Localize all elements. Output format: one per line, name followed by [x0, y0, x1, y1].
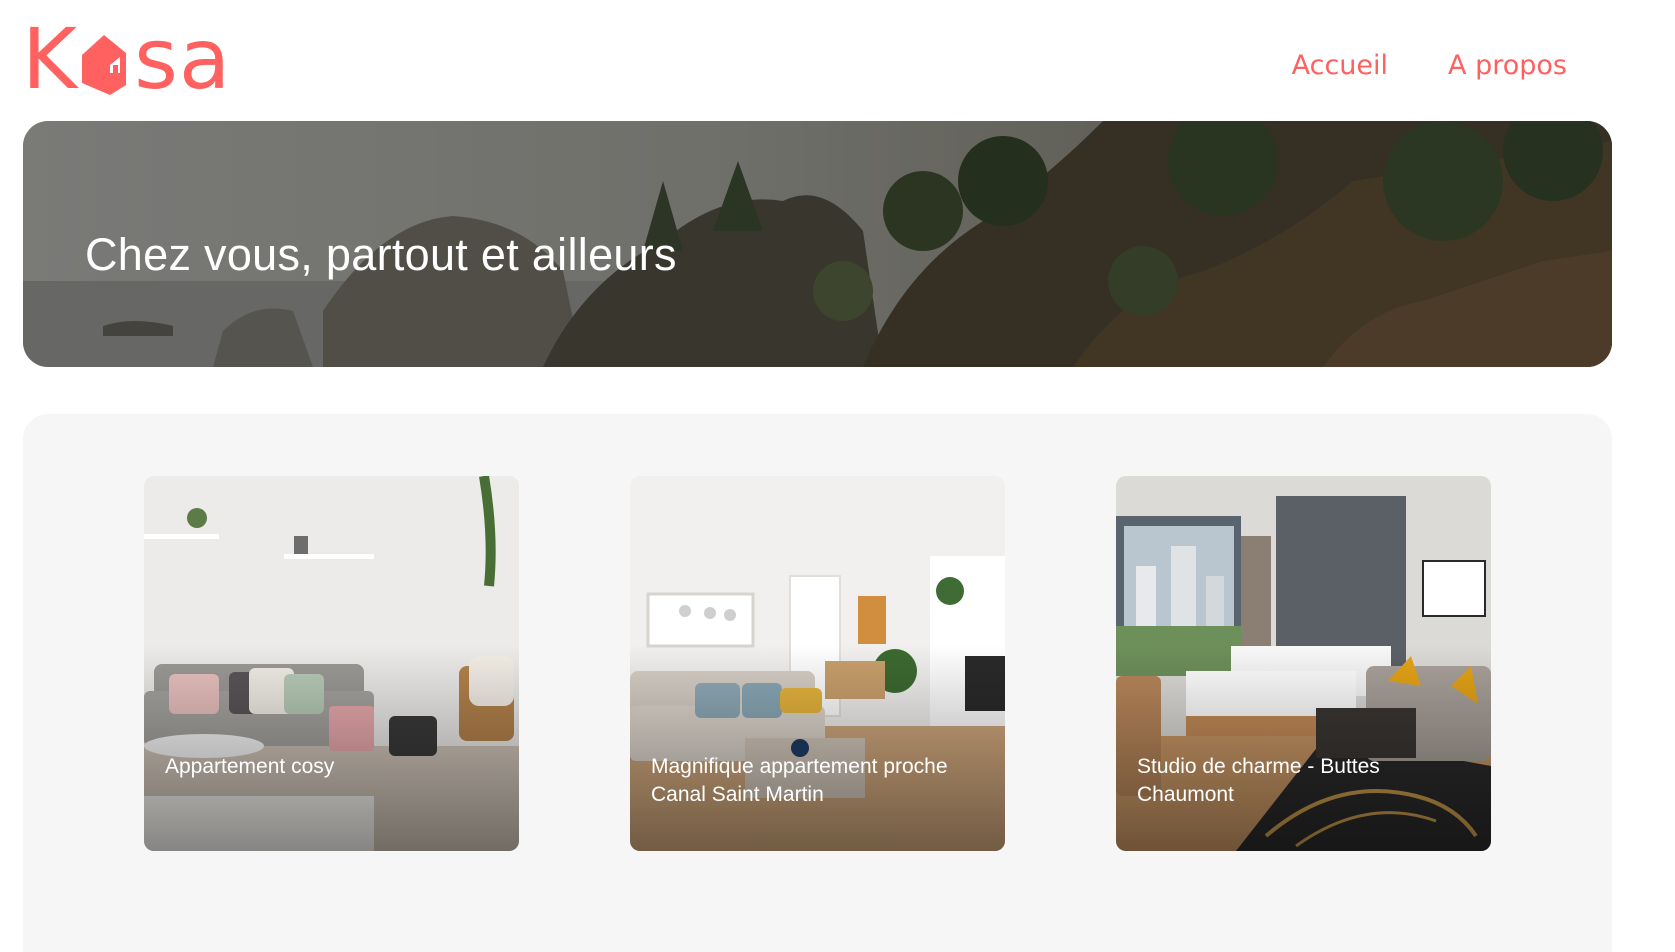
card-title: Studio de charme - Buttes Chaumont — [1137, 755, 1380, 806]
nav-link-accueil[interactable]: Accueil — [1292, 50, 1388, 81]
card-title: Appartement cosy — [165, 755, 335, 778]
kasa-logo[interactable]: K sa — [22, 10, 262, 108]
banner-title: Chez vous, partout et ailleurs — [85, 229, 677, 280]
logo-letters-sa: sa — [134, 10, 232, 108]
header: K sa Accueil A propos — [0, 0, 1675, 121]
page: K sa Accueil A propos Chez vous, partout… — [0, 0, 1675, 952]
listings-gallery: Appartement cosy Magnifique appartement … — [23, 414, 1612, 952]
card-gradient — [144, 476, 519, 851]
main-nav: Accueil A propos — [1292, 50, 1567, 81]
nav-link-a-propos[interactable]: A propos — [1448, 50, 1567, 81]
listing-card[interactable]: Appartement cosy — [144, 476, 519, 851]
hero-banner: Chez vous, partout et ailleurs — [23, 121, 1612, 367]
listing-card[interactable]: Studio de charme - Buttes Chaumont — [1116, 476, 1491, 851]
listing-card[interactable]: Magnifique appartement proche Canal Sain… — [630, 476, 1005, 851]
house-icon — [76, 21, 132, 97]
logo-letter-k: K — [22, 10, 79, 108]
card-title: Magnifique appartement proche Canal Sain… — [651, 755, 948, 806]
